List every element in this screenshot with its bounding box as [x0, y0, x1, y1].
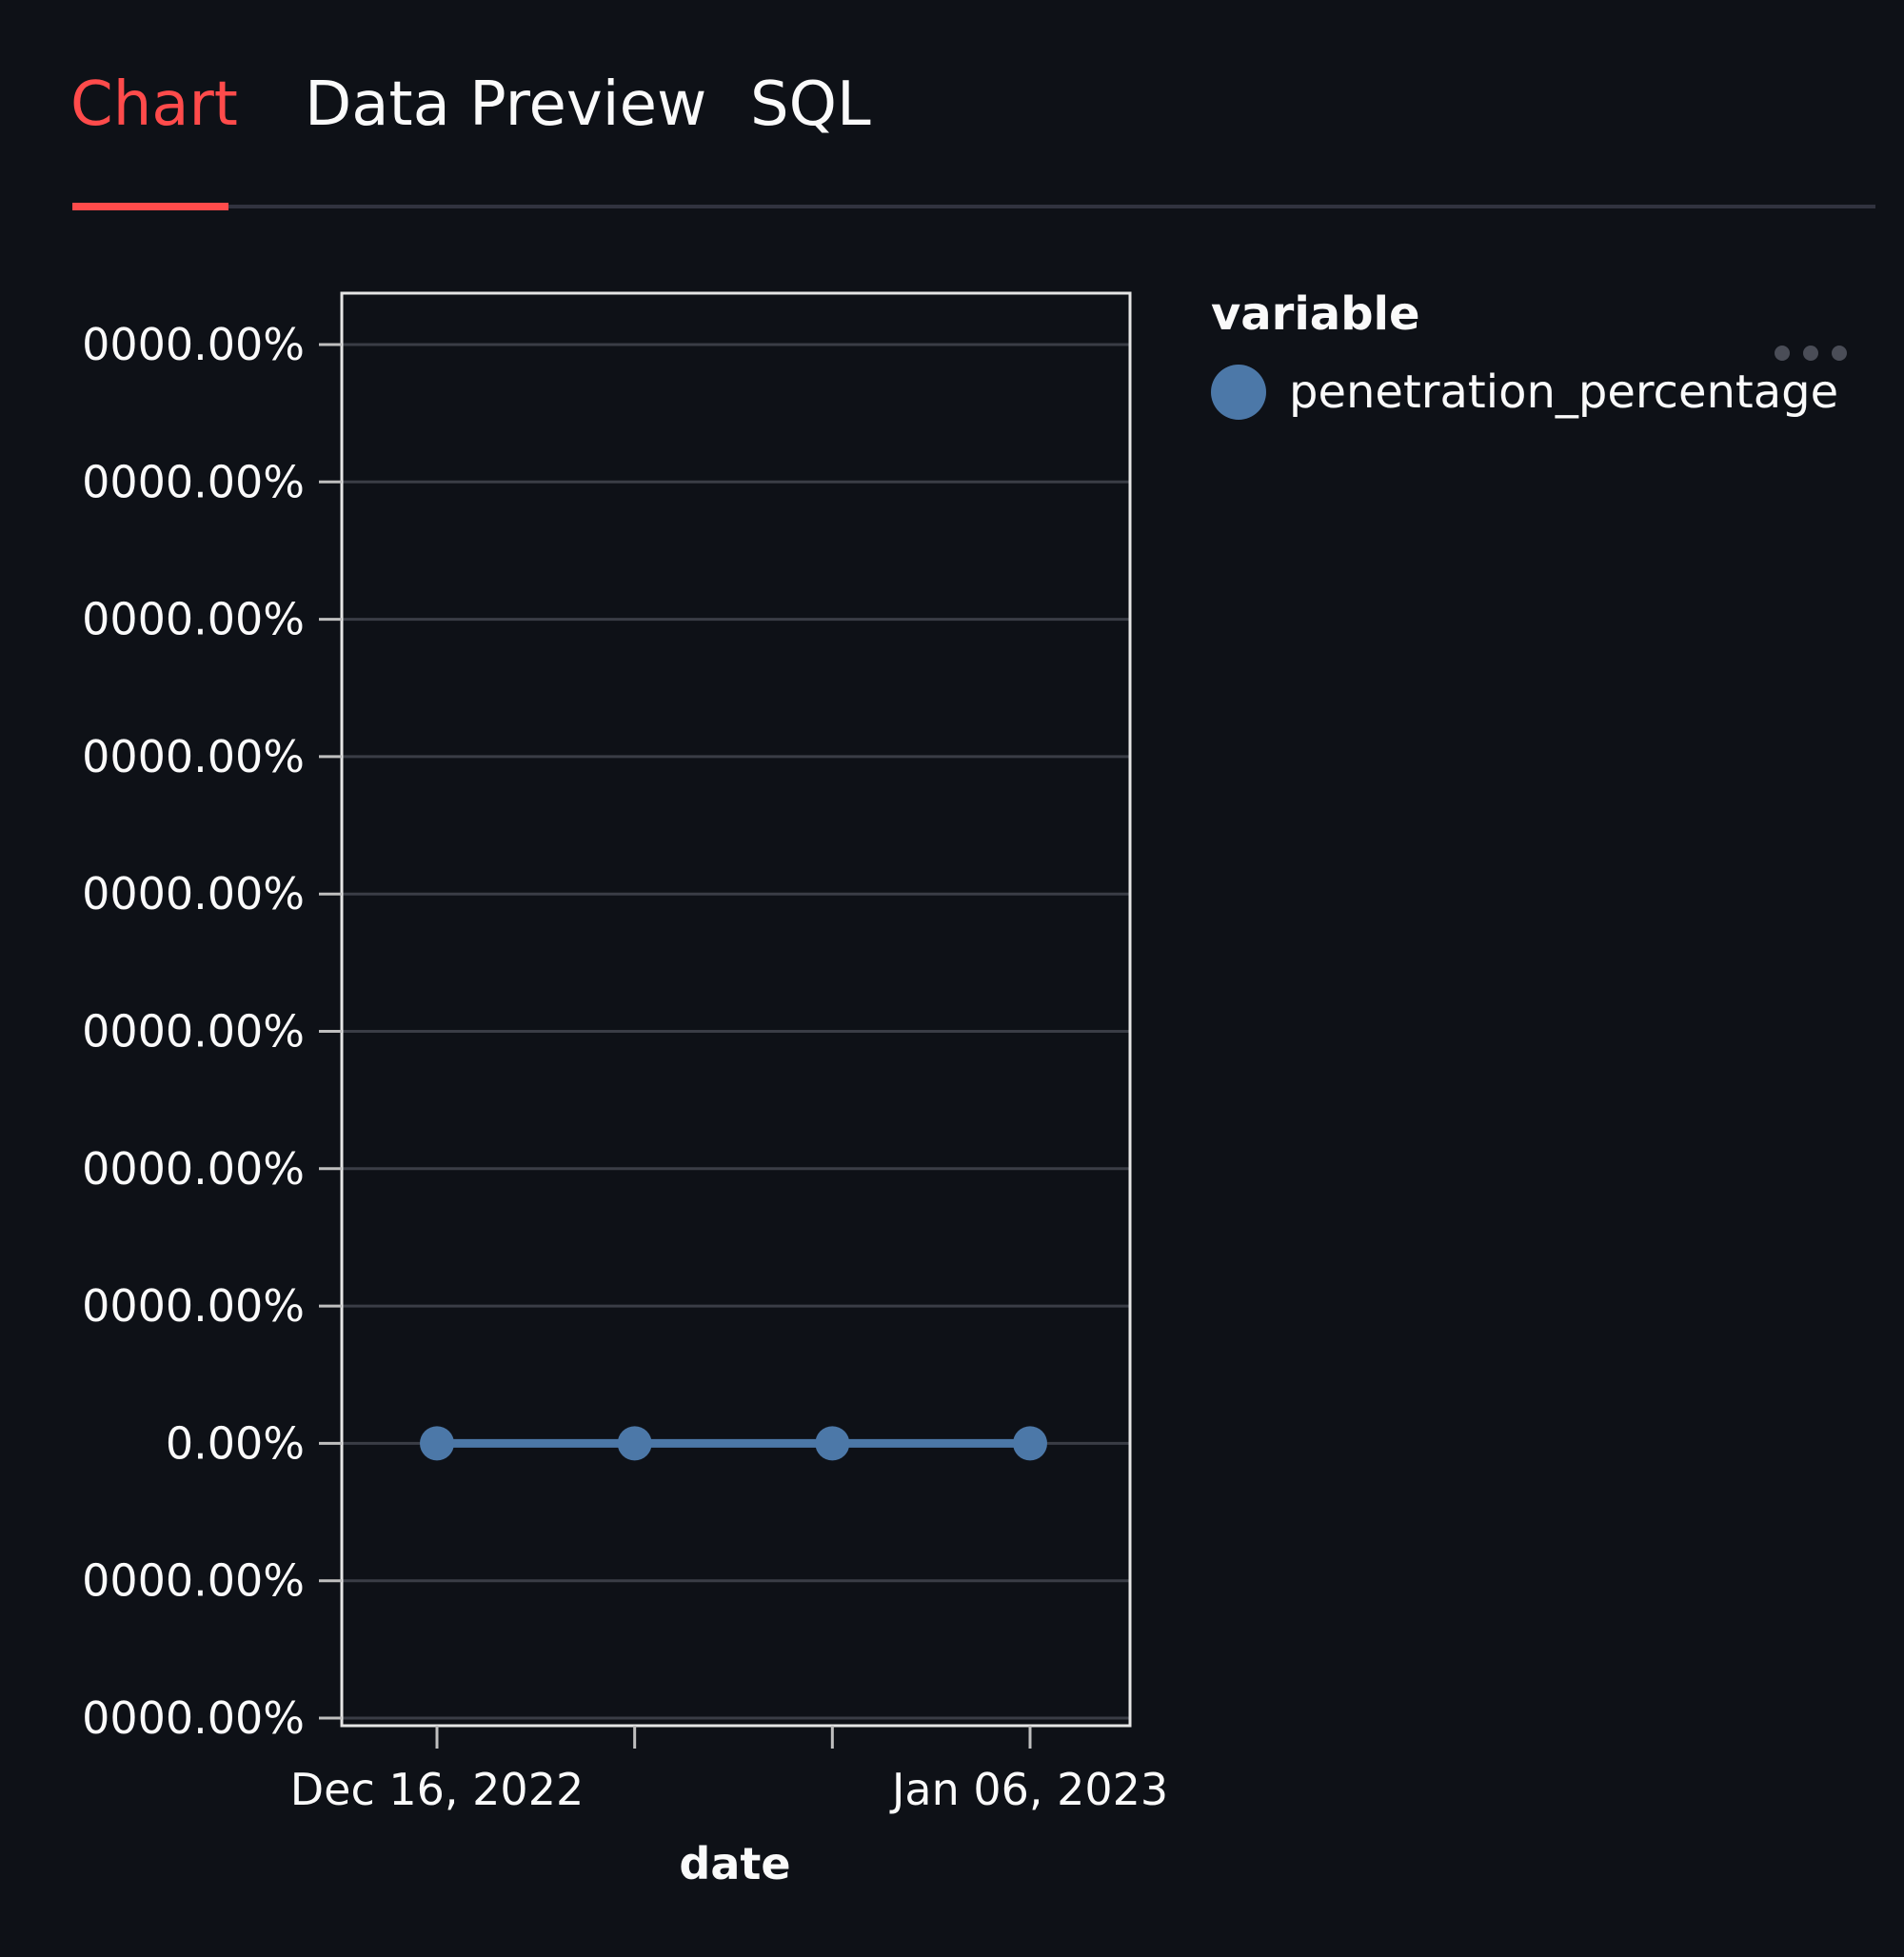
- y-tick-label: 0000.00%: [82, 594, 305, 645]
- gridlines: [342, 343, 1130, 1720]
- data-point: [815, 1426, 850, 1461]
- y-tick-label: 0000.00%: [82, 319, 305, 370]
- dot: [1775, 346, 1790, 361]
- plot-area-frame: [340, 291, 1132, 1728]
- data-point: [617, 1426, 652, 1461]
- x-tick-label: Dec 16, 2022: [290, 1764, 584, 1815]
- x-axis: Dec 16, 2022 Jan 06, 2023: [290, 1726, 1168, 1815]
- y-axis: 0000.00% 0000.00% 0000.00% 0000.00% 0000.00%…: [82, 319, 342, 1744]
- data-point: [420, 1426, 454, 1461]
- legend-symbol-icon: [1211, 365, 1266, 420]
- y-tick-label: 0000.00%: [82, 1280, 305, 1332]
- x-axis-title: date: [679, 1838, 790, 1889]
- dot: [1832, 346, 1847, 361]
- y-tick-label: 0000.00%: [82, 456, 305, 507]
- x-tick-label: Jan 06, 2023: [889, 1764, 1168, 1815]
- y-tick-label: 0.00%: [166, 1417, 305, 1469]
- data-point: [1013, 1426, 1047, 1461]
- y-tick-label: 0000.00%: [82, 1006, 305, 1058]
- y-tick-label: 0000.00%: [82, 731, 305, 782]
- legend-title: variable: [1211, 287, 1420, 341]
- y-tick-label: 0000.00%: [82, 1143, 305, 1195]
- legend-item-penetration-percentage[interactable]: penetration_percentage: [1211, 362, 1838, 423]
- more-options-ellipsis-icon[interactable]: [1775, 339, 1847, 367]
- legend-label: penetration_percentage: [1289, 366, 1839, 419]
- y-tick-label: 0000.00%: [82, 1692, 305, 1744]
- y-tick-label: 0000.00%: [82, 868, 305, 919]
- app-root: Chart Data Preview SQL 0000.00% 0000.00% 0…: [0, 0, 1904, 1957]
- legend: variable penetration_percentage: [1211, 286, 1838, 423]
- series-penetration-percentage: [420, 1426, 1047, 1461]
- dot: [1803, 346, 1818, 361]
- y-tick-label: 0000.00%: [82, 1555, 305, 1607]
